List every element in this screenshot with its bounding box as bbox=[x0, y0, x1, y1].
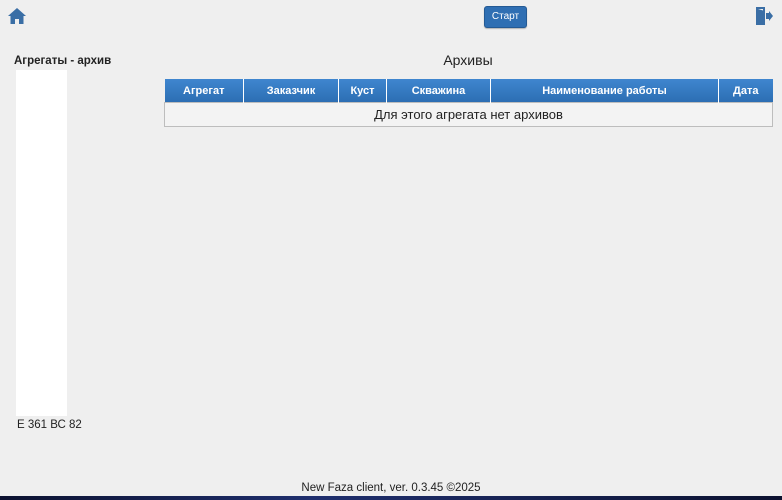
empty-message: Для этого агрегата нет архивов bbox=[164, 102, 773, 127]
home-icon bbox=[8, 8, 26, 24]
aggregate-item[interactable]: Е 361 ВС 82 bbox=[17, 416, 124, 434]
taskbar-strip bbox=[0, 496, 782, 500]
page-title: Архивы bbox=[443, 52, 493, 68]
column-header-aggregate[interactable]: Агрегат bbox=[164, 79, 244, 103]
redaction-overlay bbox=[16, 70, 67, 416]
column-header-work-name[interactable]: Наименование работы bbox=[490, 79, 719, 103]
page: Старт Агрегаты - архив В 186 А 1 186 В 8… bbox=[0, 0, 782, 500]
start-button[interactable]: Старт bbox=[484, 6, 527, 28]
column-header-date[interactable]: Дата bbox=[718, 79, 773, 103]
footer-version: New Faza client, ver. 0.3.45 ©2025 bbox=[301, 482, 481, 494]
column-header-well[interactable]: Скважина bbox=[386, 79, 491, 103]
archive-table: Агрегат Заказчик Куст Скважина Наименова… bbox=[164, 79, 773, 127]
table-row: Для этого агрегата нет архивов bbox=[164, 102, 773, 127]
sidebar-title: Агрегаты - архив bbox=[14, 55, 112, 67]
home-button[interactable] bbox=[7, 7, 27, 25]
exit-door-icon bbox=[756, 7, 773, 25]
table-header-row: Агрегат Заказчик Куст Скважина Наименова… bbox=[164, 79, 773, 103]
column-header-pad[interactable]: Куст bbox=[338, 79, 387, 103]
exit-button[interactable] bbox=[754, 6, 774, 26]
column-header-customer[interactable]: Заказчик bbox=[243, 79, 339, 103]
